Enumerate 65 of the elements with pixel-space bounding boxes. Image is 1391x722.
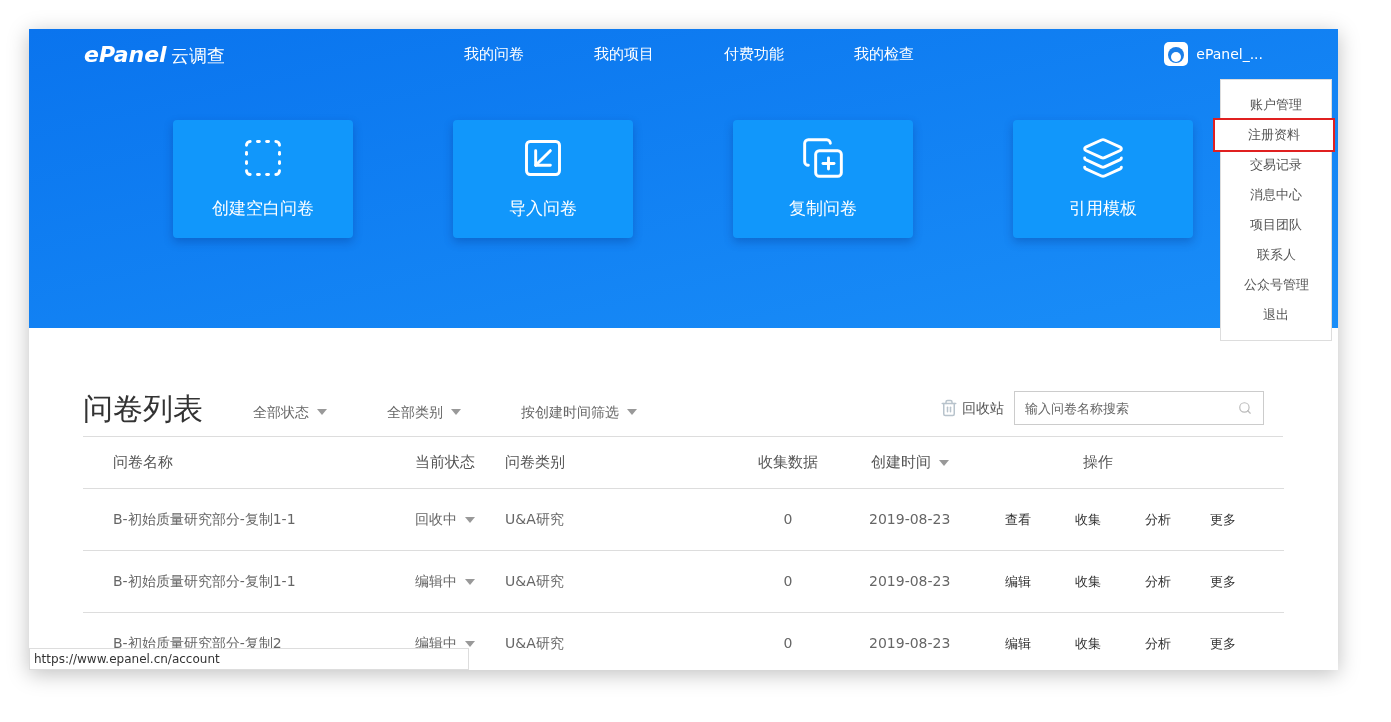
row-action-link[interactable]: 更多	[1193, 509, 1253, 530]
row-action-link[interactable]: 更多	[1193, 633, 1253, 654]
search-field[interactable]: 输入问卷名称搜索	[1014, 391, 1264, 425]
caret-icon	[627, 409, 637, 415]
logo-suffix: 云调查	[170, 43, 225, 68]
menu-item[interactable]: 联系人	[1221, 240, 1331, 270]
menu-item[interactable]: 消息中心	[1221, 180, 1331, 210]
caret-icon	[465, 640, 475, 647]
menu-item[interactable]: 账户管理	[1221, 90, 1331, 120]
row-action-link[interactable]: 分析	[1123, 509, 1193, 530]
row-action-link[interactable]: 收集	[1053, 509, 1123, 530]
table-cell-text: U&A研究	[504, 634, 565, 653]
table-cell-text: 0	[782, 634, 794, 653]
table-cell-text: 2019-08-23	[868, 510, 952, 529]
table-cell-text: 2019-08-23	[868, 634, 952, 653]
caret-icon	[465, 516, 475, 523]
filter-dropdown[interactable]: 按创建时间筛选	[521, 401, 637, 423]
row-action-link[interactable]: 查看	[983, 509, 1053, 530]
row-action-link[interactable]: 编辑	[983, 633, 1053, 654]
table-cell-text: 2019-08-23	[868, 572, 952, 591]
column-header: 问卷名称	[112, 452, 174, 474]
menu-item[interactable]: 项目团队	[1221, 210, 1331, 240]
row-action-link[interactable]: 收集	[1053, 571, 1123, 592]
recycle-bin-link[interactable]: 回收站	[962, 397, 1004, 419]
url-tooltip: https://www.epanel.cn/account	[29, 648, 469, 670]
copy-plus-icon	[801, 136, 845, 181]
row-action-link[interactable]: 编辑	[983, 571, 1053, 592]
logo-brand: ePanel	[84, 40, 167, 69]
recycle-bin-icon[interactable]	[940, 399, 958, 417]
column-header[interactable]: 创建时间	[843, 451, 983, 474]
table-cell-text: U&A研究	[504, 510, 565, 529]
table-cell-text: B-初始质量研究部分-复制1-1	[112, 510, 297, 529]
column-header: 收集数据	[757, 452, 819, 474]
nav-link[interactable]: 我的问卷	[464, 42, 524, 66]
menu-item[interactable]: 公众号管理	[1221, 270, 1331, 300]
column-header: 问卷类别	[504, 452, 566, 474]
menu-item[interactable]: 注册资料	[1215, 120, 1333, 150]
column-header: 当前状态	[414, 452, 476, 474]
caret-icon	[317, 409, 327, 415]
layers-icon	[1081, 136, 1125, 181]
status-dropdown[interactable]: 编辑中	[383, 571, 493, 592]
row-action-link[interactable]: 分析	[1123, 571, 1193, 592]
row-action-link[interactable]: 分析	[1123, 633, 1193, 654]
table-cell-text: B-初始质量研究部分-复制1-1	[112, 572, 297, 591]
status-dropdown[interactable]: 回收中	[383, 509, 493, 530]
table-cell-text: U&A研究	[504, 572, 565, 591]
user-name[interactable]: ePanel_...	[1196, 43, 1263, 65]
column-header: 操作	[1082, 452, 1114, 474]
table-cell-text: 0	[782, 572, 794, 591]
row-action-link[interactable]: 更多	[1193, 571, 1253, 592]
avatar-icon[interactable]	[1164, 42, 1189, 66]
search-icon[interactable]	[1238, 401, 1252, 415]
nav-link[interactable]: 我的检查	[854, 42, 914, 66]
filter-dropdown[interactable]: 全部状态	[253, 401, 327, 423]
row-action-link[interactable]: 收集	[1053, 633, 1123, 654]
table-cell-text: 0	[782, 510, 794, 529]
menu-item[interactable]: 交易记录	[1221, 150, 1331, 180]
caret-icon	[451, 409, 461, 415]
menu-item[interactable]: 退出	[1221, 300, 1331, 330]
sort-caret-icon	[939, 459, 949, 466]
nav-link[interactable]: 付费功能	[724, 42, 784, 66]
list-title: 问卷列表	[83, 389, 203, 428]
nav-link[interactable]: 我的项目	[594, 42, 654, 66]
caret-icon	[465, 578, 475, 585]
filter-dropdown[interactable]: 全部类别	[387, 401, 461, 423]
